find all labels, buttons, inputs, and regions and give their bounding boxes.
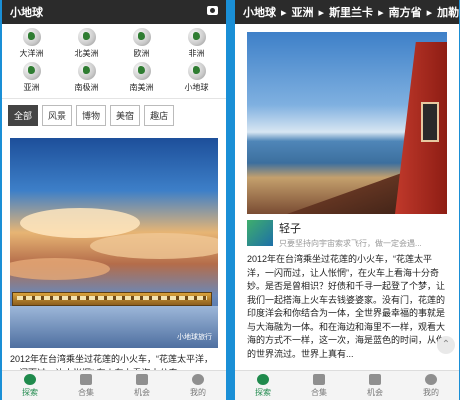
user-icon [425, 373, 437, 385]
tab-collection[interactable]: 合集 [291, 371, 347, 400]
filter-all[interactable]: 全部 [8, 105, 39, 126]
camera-icon[interactable] [207, 6, 218, 15]
continent-africa[interactable]: 非洲 [169, 28, 224, 62]
tab-profile[interactable]: 我的 [403, 371, 459, 400]
author-row[interactable]: 轻子 只要坚持向宇宙索求飞行，做一定会遇... [235, 214, 459, 251]
tab-opportunity[interactable]: 机会 [114, 371, 170, 400]
filter-museum[interactable]: 博物 [76, 105, 107, 126]
feed-card-image[interactable]: 小地球旅行 [10, 138, 218, 348]
breadcrumb-item[interactable]: 亚洲 [292, 4, 314, 20]
box-icon [313, 373, 325, 385]
chevron-right-icon: ▸ [318, 6, 325, 19]
breadcrumb-item[interactable]: 小地球 [243, 4, 276, 20]
scroll-top-icon[interactable]: ⌃ [437, 336, 455, 354]
author-desc: 只要坚持向宇宙索求飞行，做一定会遇... [279, 239, 422, 248]
train-image [12, 292, 212, 306]
continent-small-earth[interactable]: 小地球 [169, 62, 224, 96]
filter-shops[interactable]: 趣店 [144, 105, 175, 126]
continent-north-america[interactable]: 北美洲 [59, 28, 114, 62]
globe-icon [187, 62, 206, 80]
globe-icon [132, 28, 151, 46]
avatar[interactable] [247, 220, 273, 246]
globe-icon [132, 62, 151, 80]
globe-icon [187, 28, 206, 46]
author-name: 轻子 [279, 223, 301, 235]
breadcrumb-item[interactable]: 斯里兰卡 [329, 4, 373, 20]
top-bar: 小地球 [2, 0, 226, 24]
chevron-right-icon: ▸ [281, 6, 287, 19]
compass-icon [257, 373, 269, 385]
tab-profile[interactable]: 我的 [170, 371, 226, 400]
filter-stay[interactable]: 美宿 [110, 105, 141, 126]
briefcase-icon [136, 373, 148, 385]
tab-collection[interactable]: 合集 [58, 371, 114, 400]
image-watermark: 小地球旅行 [177, 334, 212, 341]
explore-screen: 小地球 大洋洲 北美洲 欧洲 非洲 亚洲 南极洲 南美洲 小地球 全部 风景 博… [2, 0, 226, 400]
continent-europe[interactable]: 欧洲 [114, 28, 169, 62]
breadcrumb-item[interactable]: 南方省 [389, 4, 422, 20]
continent-oceania[interactable]: 大洋洲 [4, 28, 59, 62]
detail-screen: 小地球 ▸ 亚洲 ▸ 斯里兰卡 ▸ 南方省 ▸ 加勒 轻子 只要坚持向宇宙索求飞行，做一… [235, 0, 459, 400]
continent-south-america[interactable]: 南美洲 [114, 62, 169, 96]
continent-antarctica[interactable]: 南极洲 [59, 62, 114, 96]
briefcase-icon [369, 373, 381, 385]
tab-explore[interactable]: 探索 [2, 371, 58, 400]
detail-text: 2012年在台湾乘坐过花莲的小火车，“花莲太平洋，一闪而过，让人怅惘”，在火车上… [247, 254, 446, 359]
tab-explore[interactable]: 探索 [235, 371, 291, 400]
chevron-right-icon: ▸ [378, 6, 384, 19]
globe-icon [22, 28, 41, 46]
box-icon [80, 373, 92, 385]
globe-icon [77, 62, 96, 80]
bottom-tabbar: 探索 合集 机会 我的 [2, 370, 226, 400]
compass-icon [24, 373, 36, 385]
filter-scenery[interactable]: 风景 [42, 105, 73, 126]
continent-grid: 大洋洲 北美洲 欧洲 非洲 亚洲 南极洲 南美洲 小地球 [2, 24, 226, 96]
globe-icon [77, 28, 96, 46]
breadcrumb-item[interactable]: 加勒 [437, 4, 459, 20]
bottom-tabbar: 探索 合集 机会 我的 [235, 370, 459, 400]
breadcrumb: 小地球 ▸ 亚洲 ▸ 斯里兰卡 ▸ 南方省 ▸ 加勒 [243, 4, 459, 20]
detail-image [247, 32, 447, 214]
tab-opportunity[interactable]: 机会 [347, 371, 403, 400]
continent-asia[interactable]: 亚洲 [4, 62, 59, 96]
app-title: 小地球 [10, 7, 43, 19]
chevron-right-icon: ▸ [426, 6, 433, 19]
top-bar: 小地球 ▸ 亚洲 ▸ 斯里兰卡 ▸ 南方省 ▸ 加勒 [235, 0, 459, 24]
filter-bar: 全部 风景 博物 美宿 趣店 [2, 98, 226, 132]
user-icon [192, 373, 204, 385]
globe-icon [22, 62, 41, 80]
